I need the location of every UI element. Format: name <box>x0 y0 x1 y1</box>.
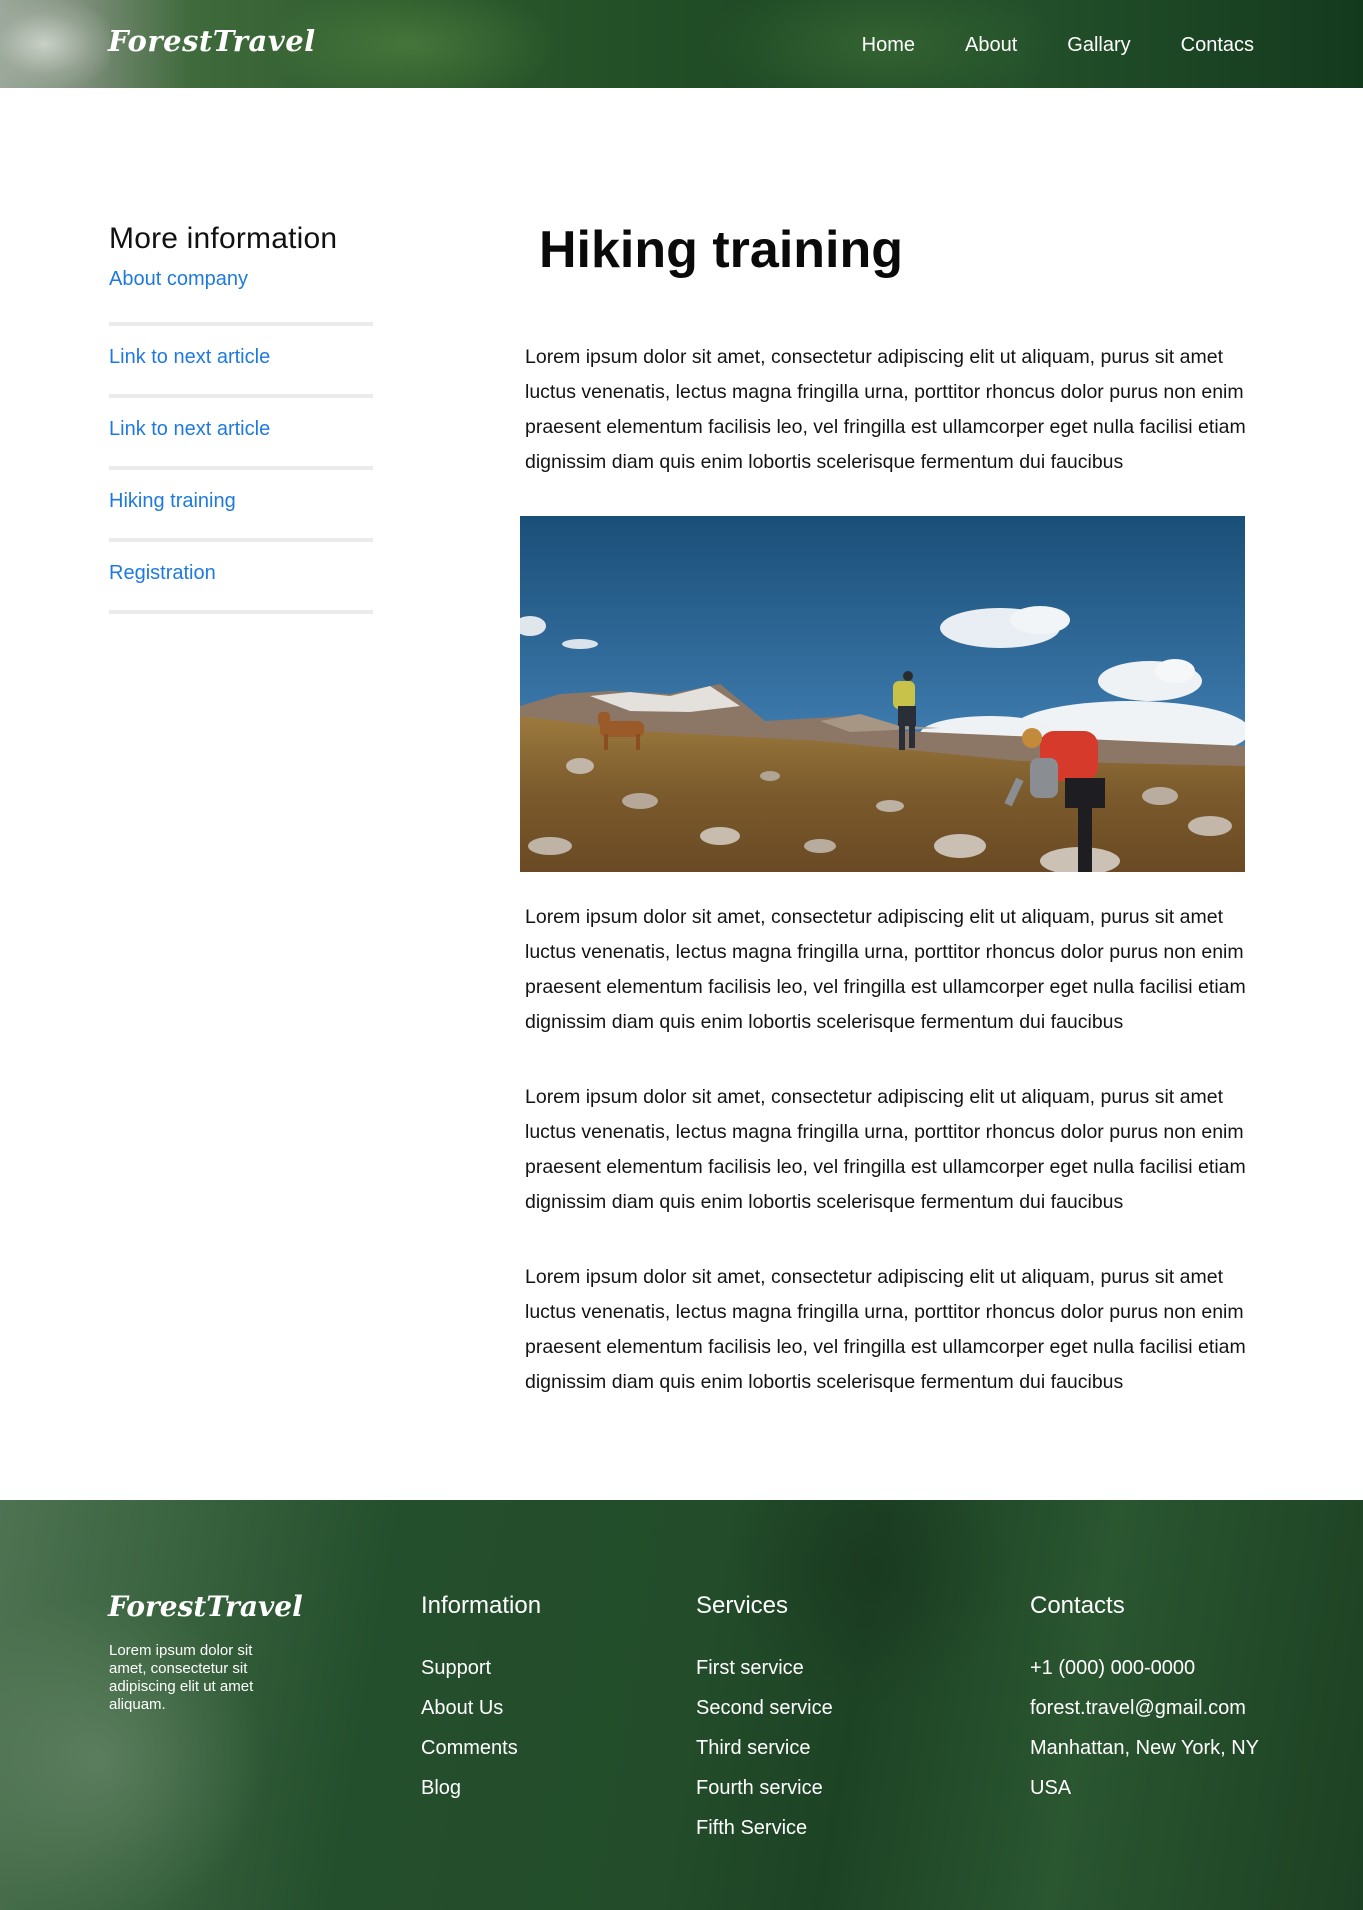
nav-gallery[interactable]: Gallary <box>1067 34 1130 57</box>
footer-link-support[interactable]: Support <box>421 1648 541 1688</box>
footer-column-contacts: Contacts +1 (000) 000-0000 forest.travel… <box>1030 1592 1260 1808</box>
footer-background-glow <box>0 1580 280 1910</box>
footer-logo[interactable]: ForestTravel <box>108 1590 303 1623</box>
article-paragraph: Lorem ipsum dolor sit amet, consectetur … <box>525 1266 1246 1393</box>
footer-link-service[interactable]: Fourth service <box>696 1768 846 1808</box>
nav-about[interactable]: About <box>965 34 1017 57</box>
footer-column-title: Services <box>696 1592 789 1619</box>
footer-column-title: Information <box>421 1592 542 1619</box>
nav-contacts[interactable]: Contacs <box>1181 34 1254 57</box>
nav-home[interactable]: Home <box>862 34 915 57</box>
header-background-blur <box>0 0 110 88</box>
footer-link-list: First service Second service Third servi… <box>696 1648 846 1848</box>
footer-link-blog[interactable]: Blog <box>421 1768 541 1808</box>
sidebar-link-hiking-training[interactable]: Hiking training <box>109 490 236 513</box>
sidebar-item: Link to next article <box>109 326 373 398</box>
footer-description: Lorem ipsum dolor sit amet, consectetur … <box>109 1642 254 1713</box>
article-paragraph: Lorem ipsum dolor sit amet, consectetur … <box>525 906 1246 1033</box>
hiking-photo <box>520 516 1245 872</box>
footer-column-title: Contacts <box>1030 1592 1125 1619</box>
article-title: Hiking training <box>539 221 903 279</box>
sidebar-link-next-article[interactable]: Link to next article <box>109 346 270 369</box>
site-header: ForestTravel Home About Gallary Contacs <box>0 0 1363 88</box>
article-paragraph: Lorem ipsum dolor sit amet, consectetur … <box>525 1086 1246 1213</box>
sidebar-item: Link to next article <box>109 398 373 470</box>
site-footer: ForestTravel Lorem ipsum dolor sit amet,… <box>0 1500 1363 1910</box>
main-nav: Home About Gallary Contacs <box>812 34 1254 57</box>
footer-address: Manhattan, New York, NY <box>1030 1737 1260 1759</box>
sidebar: More information About company Link to n… <box>109 222 373 614</box>
sidebar-item: Registration <box>109 542 373 614</box>
footer-link-service[interactable]: Fifth Service <box>696 1808 846 1848</box>
footer-link-service[interactable]: First service <box>696 1648 846 1688</box>
site-logo[interactable]: ForestTravel <box>108 24 316 58</box>
footer-contact-list: +1 (000) 000-0000 forest.travel@gmail.co… <box>1030 1648 1260 1808</box>
sidebar-link-about-company[interactable]: About company <box>109 268 248 291</box>
sidebar-item: About company <box>109 268 373 326</box>
footer-column-information: Information Support About Us Comments Bl… <box>421 1592 541 1808</box>
footer-phone[interactable]: +1 (000) 000-0000 <box>1030 1648 1260 1688</box>
footer-column-services: Services First service Second service Th… <box>696 1592 846 1848</box>
sidebar-item: Hiking training <box>109 470 373 542</box>
footer-link-about-us[interactable]: About Us <box>421 1688 541 1728</box>
footer-email[interactable]: forest.travel@gmail.com <box>1030 1688 1260 1728</box>
sidebar-link-registration[interactable]: Registration <box>109 562 216 585</box>
footer-link-comments[interactable]: Comments <box>421 1728 541 1768</box>
footer-link-service[interactable]: Third service <box>696 1728 846 1768</box>
footer-link-list: Support About Us Comments Blog <box>421 1648 541 1808</box>
sidebar-link-next-article[interactable]: Link to next article <box>109 418 270 441</box>
footer-link-service[interactable]: Second service <box>696 1688 846 1728</box>
article-paragraph: Lorem ipsum dolor sit amet, consectetur … <box>525 346 1246 473</box>
footer-country: USA <box>1030 1777 1072 1799</box>
sidebar-title: More information <box>109 222 338 255</box>
